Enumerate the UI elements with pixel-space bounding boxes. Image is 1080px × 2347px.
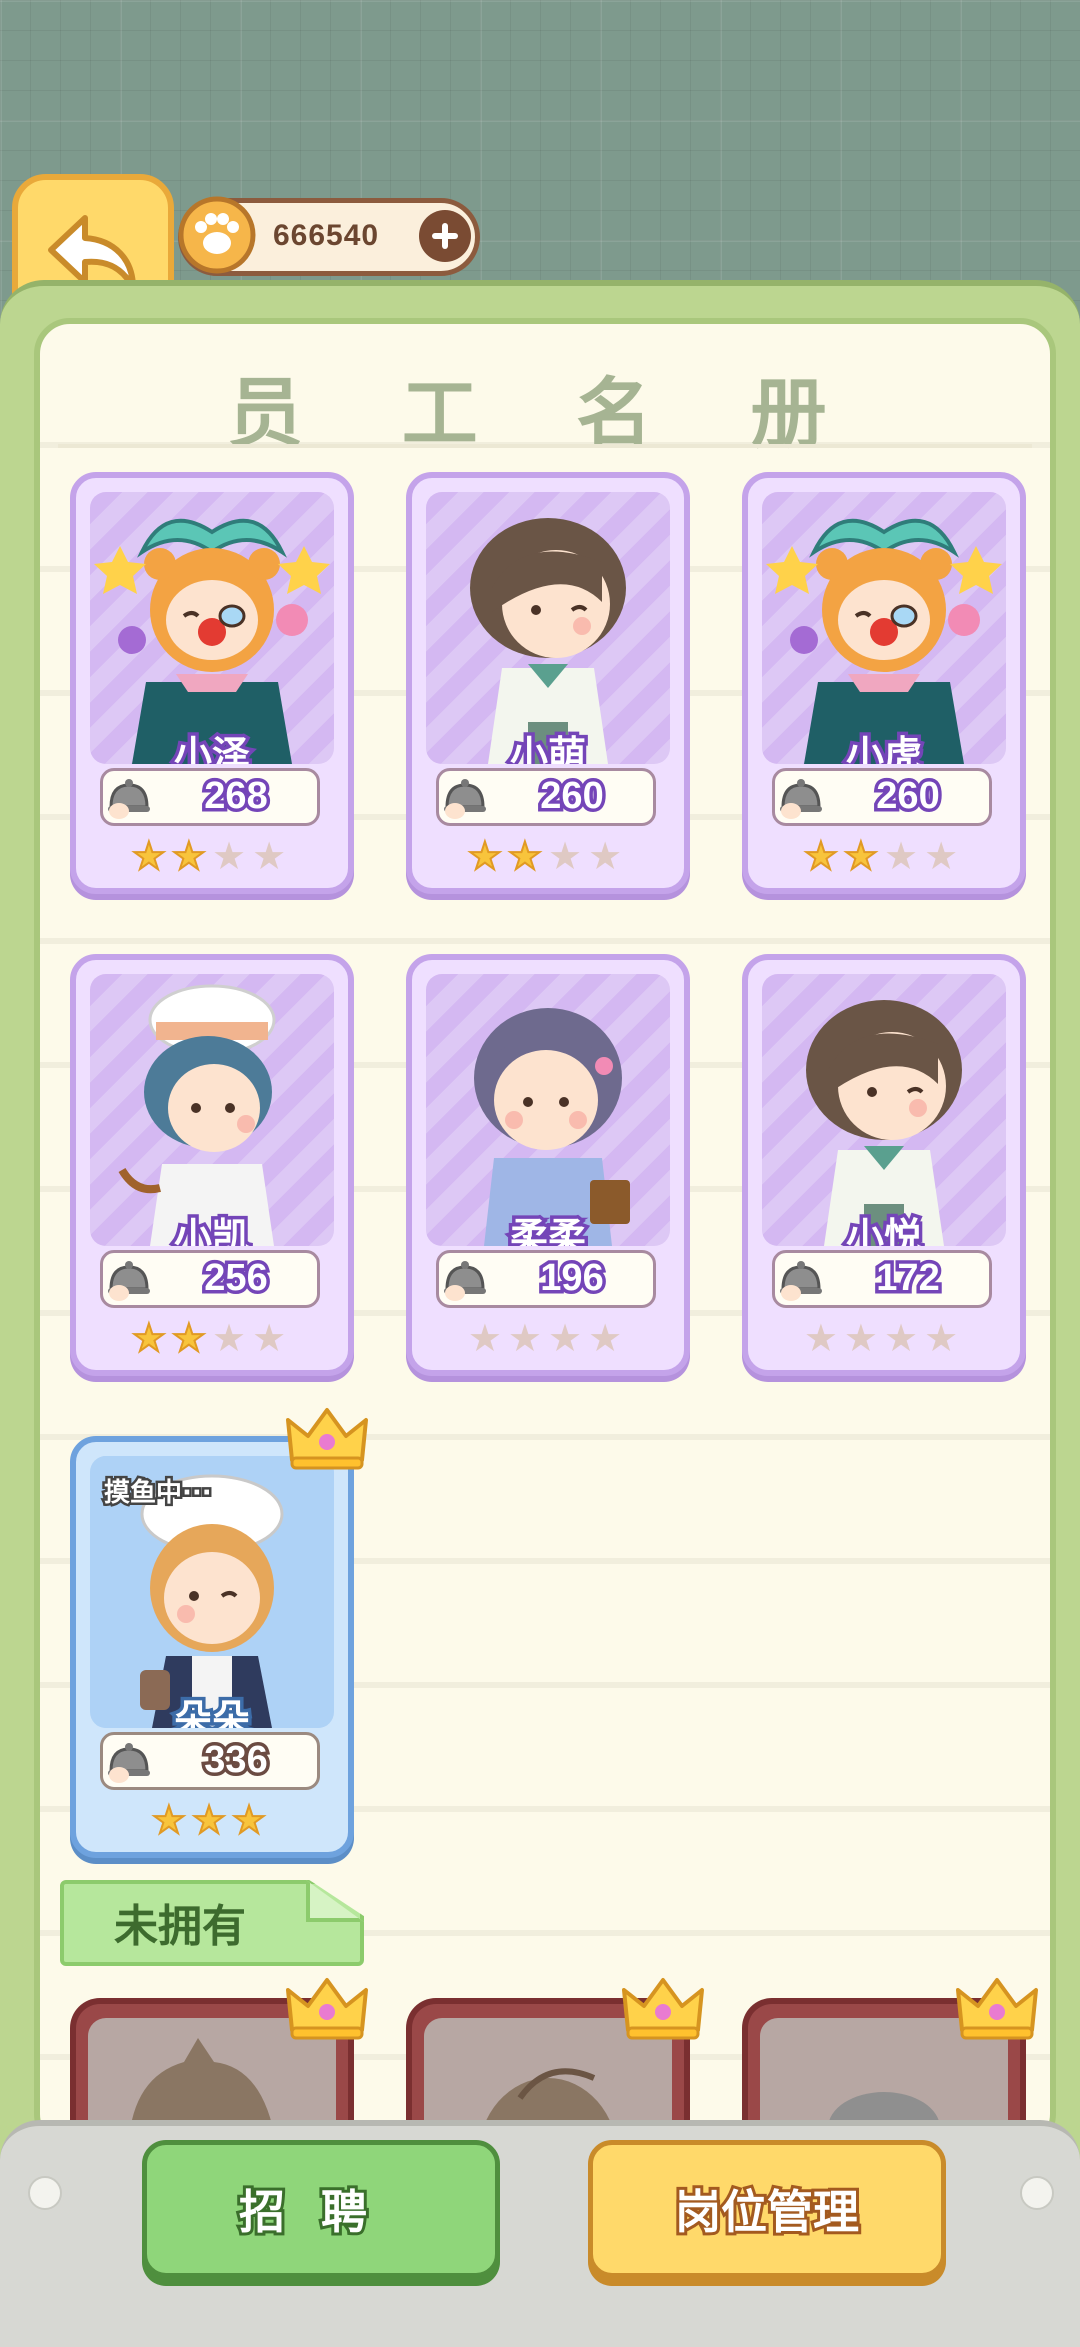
star-rating: ★★★★ — [748, 1316, 1020, 1360]
staff-card[interactable]: 小悦 172 ★★★★ — [742, 954, 1026, 1376]
star-icon: ★ — [171, 833, 212, 879]
star-rating: ★★★★ — [76, 833, 348, 879]
bolt-decoration — [1020, 2176, 1054, 2210]
star-icon: ★ — [467, 833, 508, 879]
staff-name: 小虎 — [842, 730, 925, 765]
staff-name: 小萌 — [506, 730, 589, 765]
star-icon: ★ — [843, 1316, 884, 1360]
star-icon: ★ — [252, 834, 293, 878]
crown-icon — [286, 1978, 368, 2040]
staff-card[interactable]: 小凯 256 ★★★★ — [70, 954, 354, 1376]
plus-icon — [432, 223, 458, 249]
star-rating: ★★★★ — [748, 833, 1020, 879]
star-icon: ★ — [507, 833, 548, 879]
star-icon: ★ — [548, 834, 589, 878]
star-icon: ★ — [191, 1797, 233, 1843]
star-rating: ★★★★ — [412, 1316, 684, 1360]
staff-score: 260 — [537, 772, 607, 821]
star-icon: ★ — [924, 834, 965, 878]
star-icon: ★ — [803, 833, 844, 879]
staff-portrait: 小泽 — [90, 492, 334, 764]
star-icon: ★ — [171, 1315, 212, 1361]
staff-name: 小凯 — [170, 1212, 253, 1247]
staff-card[interactable]: 小萌 260 ★★★★ — [406, 472, 690, 894]
unowned-label: 未拥有 — [114, 1901, 246, 1952]
star-icon: ★ — [588, 1316, 629, 1360]
score-box: 260 — [772, 768, 992, 826]
staff-score: 268 — [201, 772, 271, 821]
star-icon: ★ — [252, 1316, 293, 1360]
currency-bar: 666540 — [178, 196, 480, 276]
star-icon: ★ — [507, 1316, 548, 1360]
staff-score: 256 — [201, 1254, 271, 1303]
cloche-icon — [108, 1743, 150, 1783]
star-icon: ★ — [548, 1316, 589, 1360]
staff-card[interactable]: 小泽 268 ★★★★ — [70, 472, 354, 894]
staff-name: 柔柔 — [506, 1212, 589, 1247]
staff-score: 260 — [873, 772, 943, 821]
staff-score: 336 — [201, 1736, 271, 1785]
score-box: 268 — [100, 768, 320, 826]
star-icon: ★ — [843, 833, 884, 879]
recruit-button[interactable]: 招聘 — [142, 2140, 500, 2278]
staff-name: 朵朵 — [170, 1694, 253, 1729]
cloche-icon — [108, 779, 150, 819]
star-icon: ★ — [588, 834, 629, 878]
star-icon: ★ — [212, 1316, 253, 1360]
staff-portrait: 小虎 — [762, 492, 1006, 764]
currency-value: 666540 — [273, 219, 380, 252]
score-box: 256 — [100, 1250, 320, 1308]
star-icon: ★ — [231, 1797, 273, 1843]
staff-score: 172 — [873, 1254, 943, 1303]
star-icon: ★ — [884, 834, 925, 878]
star-icon: ★ — [803, 1316, 844, 1360]
cloche-icon — [444, 779, 486, 819]
staff-portrait: 摸鱼中··· 朵朵 — [90, 1456, 334, 1728]
star-rating: ★★★ — [76, 1797, 348, 1843]
staff-portrait: 柔柔 — [426, 974, 670, 1246]
star-icon: ★ — [924, 1316, 965, 1360]
position-management-button[interactable]: 岗位管理 — [588, 2140, 946, 2278]
staff-portrait: 小萌 — [426, 492, 670, 764]
cloche-icon — [780, 1261, 822, 1301]
cloche-icon — [108, 1261, 150, 1301]
staff-portrait: 小凯 — [90, 974, 334, 1246]
score-box: 336 — [100, 1732, 320, 1790]
star-icon: ★ — [212, 834, 253, 878]
star-icon: ★ — [131, 833, 172, 879]
title-divider — [58, 444, 1032, 448]
staff-name: 小悦 — [842, 1212, 925, 1247]
staff-score: 196 — [537, 1254, 607, 1303]
star-rating: ★★★★ — [412, 833, 684, 879]
score-box: 260 — [436, 768, 656, 826]
add-currency-button[interactable] — [419, 210, 471, 262]
score-box: 196 — [436, 1250, 656, 1308]
staff-card[interactable]: 小虎 260 ★★★★ — [742, 472, 1026, 894]
score-box: 172 — [772, 1250, 992, 1308]
staff-roster-panel: 员 工 名 册 小泽 268 ★★★★ 小萌 260 ★★★★ 小虎 260 ★★★★ 小凯 256… — [34, 318, 1056, 2150]
crown-icon — [622, 1978, 704, 2040]
cloche-icon — [780, 779, 822, 819]
paw-coin-icon — [178, 196, 256, 274]
cloche-icon — [444, 1261, 486, 1301]
staff-card-special[interactable]: 摸鱼中··· 朵朵 336 ★★★ — [70, 1436, 354, 1858]
status-label: 摸鱼中··· — [102, 1476, 215, 1511]
staff-card[interactable]: 柔柔 196 ★★★★ — [406, 954, 690, 1376]
star-icon: ★ — [131, 1315, 172, 1361]
staff-name: 小泽 — [170, 730, 253, 765]
crown-icon — [286, 1408, 368, 1470]
staff-portrait: 小悦 — [762, 974, 1006, 1246]
bolt-decoration — [28, 2176, 62, 2210]
star-icon: ★ — [151, 1797, 192, 1843]
star-rating: ★★★★ — [76, 1315, 348, 1361]
crown-icon — [956, 1978, 1038, 2040]
star-icon: ★ — [467, 1316, 508, 1360]
star-icon: ★ — [884, 1316, 925, 1360]
